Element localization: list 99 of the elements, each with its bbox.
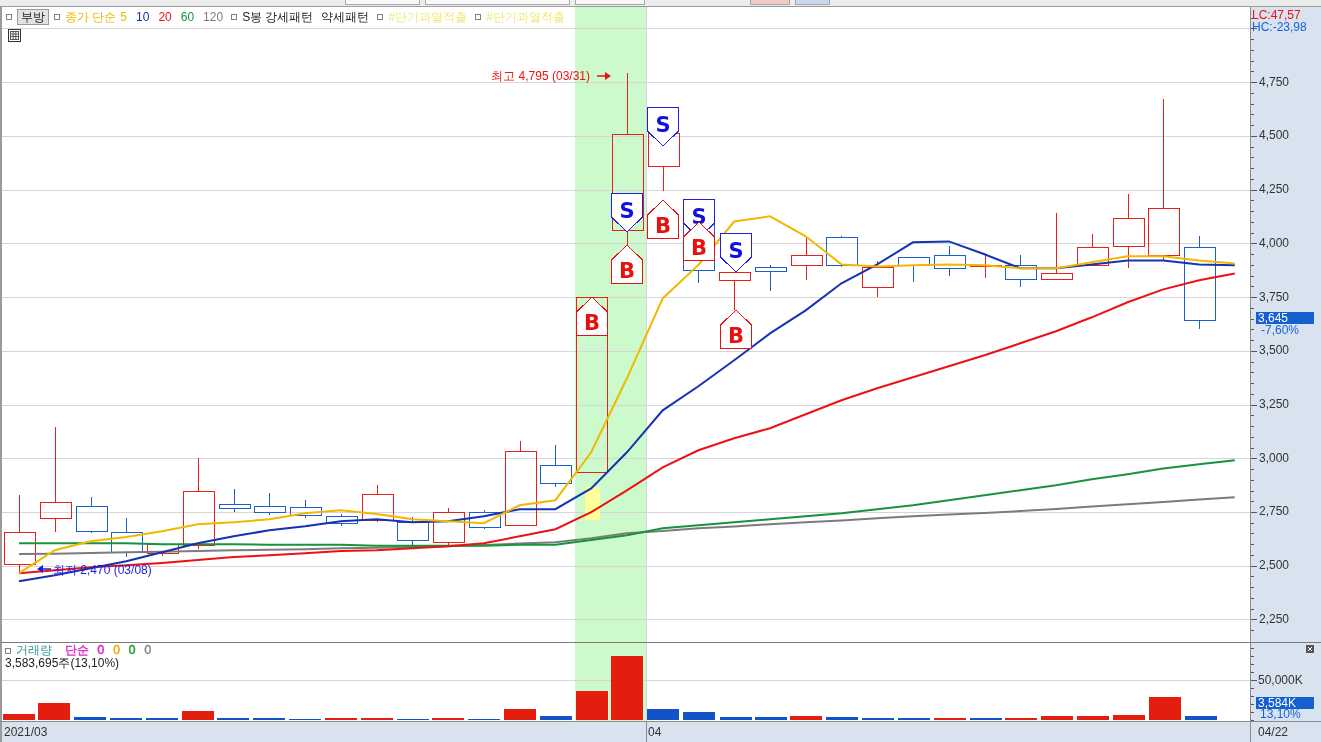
volume-bar [611, 656, 643, 720]
sell-signal-marker: S [720, 232, 752, 273]
legend-label: 거래량 [16, 644, 52, 657]
axis-label: 3,250 [1259, 398, 1290, 412]
candle [1076, 233, 1109, 267]
close-icon[interactable] [1306, 645, 1314, 653]
volume-bar [647, 709, 679, 720]
volume-bar [38, 703, 70, 720]
volume-bar [1149, 697, 1181, 720]
high-price-label: 최고 4,795 (03/31) [491, 69, 590, 83]
volume-bar [683, 712, 715, 720]
square-icon[interactable] [231, 14, 238, 20]
volume-bar [540, 716, 572, 720]
square-icon[interactable] [54, 14, 60, 20]
buy-signal-marker: B [647, 199, 679, 239]
legend-label: 0 [112, 644, 121, 657]
axis-label: 4,750 [1259, 75, 1290, 89]
legend-label: #단기과열적출 [486, 10, 565, 24]
axis-label: 50,000K [1258, 674, 1303, 687]
candle [825, 235, 858, 268]
buy-signal-marker: B [576, 296, 608, 336]
legend-label: 단순 [65, 644, 89, 657]
legend-label: S봉 강세패턴 [242, 10, 314, 24]
volume-bar [1041, 716, 1073, 720]
square-icon[interactable] [6, 14, 12, 20]
legend-button[interactable]: 부방 [17, 9, 49, 25]
axis-label: 3,500 [1259, 344, 1290, 358]
candle [218, 488, 251, 513]
legend-label: #단기과열적출 [388, 10, 468, 24]
candle [396, 516, 429, 546]
grid-icon[interactable] [8, 29, 21, 42]
candle [1004, 254, 1037, 288]
left-arrow-icon [37, 565, 52, 573]
date-label: 04 [648, 725, 662, 739]
candle [361, 484, 394, 523]
candle [432, 507, 465, 546]
square-icon[interactable] [475, 14, 482, 20]
volume-bar [755, 717, 787, 720]
current-volume-tag: 3,584K [1256, 697, 1314, 709]
sell-signal-marker: S [647, 106, 679, 147]
candle [861, 260, 894, 298]
current-price-tag: 3,645 [1256, 312, 1314, 324]
hc-readout: HC:-23,98 [1252, 21, 1307, 34]
volume-bar [1113, 715, 1145, 720]
lc-readout: LC:47,57 [1252, 9, 1301, 22]
volume-reading: 3,583,695주(13,10%) [5, 657, 120, 670]
volume-bar [3, 714, 35, 720]
axis-label: 4,250 [1259, 183, 1290, 197]
candle [718, 272, 751, 311]
legend-label: 약세패턴 [321, 10, 370, 24]
candle [790, 237, 823, 281]
candle [110, 517, 143, 558]
axis-label: 2,500 [1259, 559, 1290, 573]
buy-signal-marker: B [720, 309, 752, 349]
legend-label: 120 [203, 10, 224, 24]
candle [75, 496, 108, 534]
volume-bar [720, 717, 752, 720]
square-icon[interactable] [5, 647, 11, 654]
change-percent-label: -7,60% [1261, 324, 1300, 337]
candle [933, 245, 966, 277]
axis-label: 4,000 [1259, 236, 1290, 250]
legend-label: 0 [128, 644, 136, 657]
legend-label: 5 [120, 10, 128, 24]
candle [146, 544, 179, 557]
legend-label: 0 [143, 644, 152, 657]
axis-label: 2,750 [1259, 505, 1290, 519]
volume-bar [1185, 716, 1217, 720]
candle [539, 444, 572, 488]
candle [253, 492, 286, 516]
date-label: 2021/03 [4, 725, 48, 739]
buy-signal-marker: B [611, 244, 643, 284]
candle [468, 509, 501, 530]
volume-share-label: 13,10% [1260, 708, 1301, 721]
volume-bar [576, 691, 608, 720]
legend-label: 종가 단순 [65, 10, 117, 24]
axis-label: 3,000 [1259, 451, 1290, 465]
candle [754, 264, 787, 292]
legend-label: 0 [97, 644, 105, 657]
volume-bar [1077, 716, 1109, 720]
volume-bar [826, 717, 858, 720]
volume-bar [182, 711, 214, 720]
candle [289, 499, 322, 519]
volume-bar [790, 716, 822, 720]
volume-bar [504, 709, 536, 720]
right-arrow-icon [596, 72, 611, 80]
legend-label: 20 [158, 10, 172, 24]
square-icon[interactable] [377, 14, 384, 20]
candle [969, 254, 1002, 279]
axis-label: 4,500 [1259, 129, 1290, 143]
candle [325, 513, 358, 527]
axis-label: 3,750 [1259, 290, 1290, 304]
date-label: 04/22 [1258, 725, 1289, 739]
candle [897, 257, 930, 283]
volume-bar [74, 717, 106, 720]
legend-label: 60 [180, 10, 195, 24]
axis-label: 2,250 [1259, 612, 1290, 626]
candle [1040, 212, 1073, 281]
sell-signal-marker: S [611, 192, 643, 233]
legend-label: 10 [136, 10, 150, 24]
